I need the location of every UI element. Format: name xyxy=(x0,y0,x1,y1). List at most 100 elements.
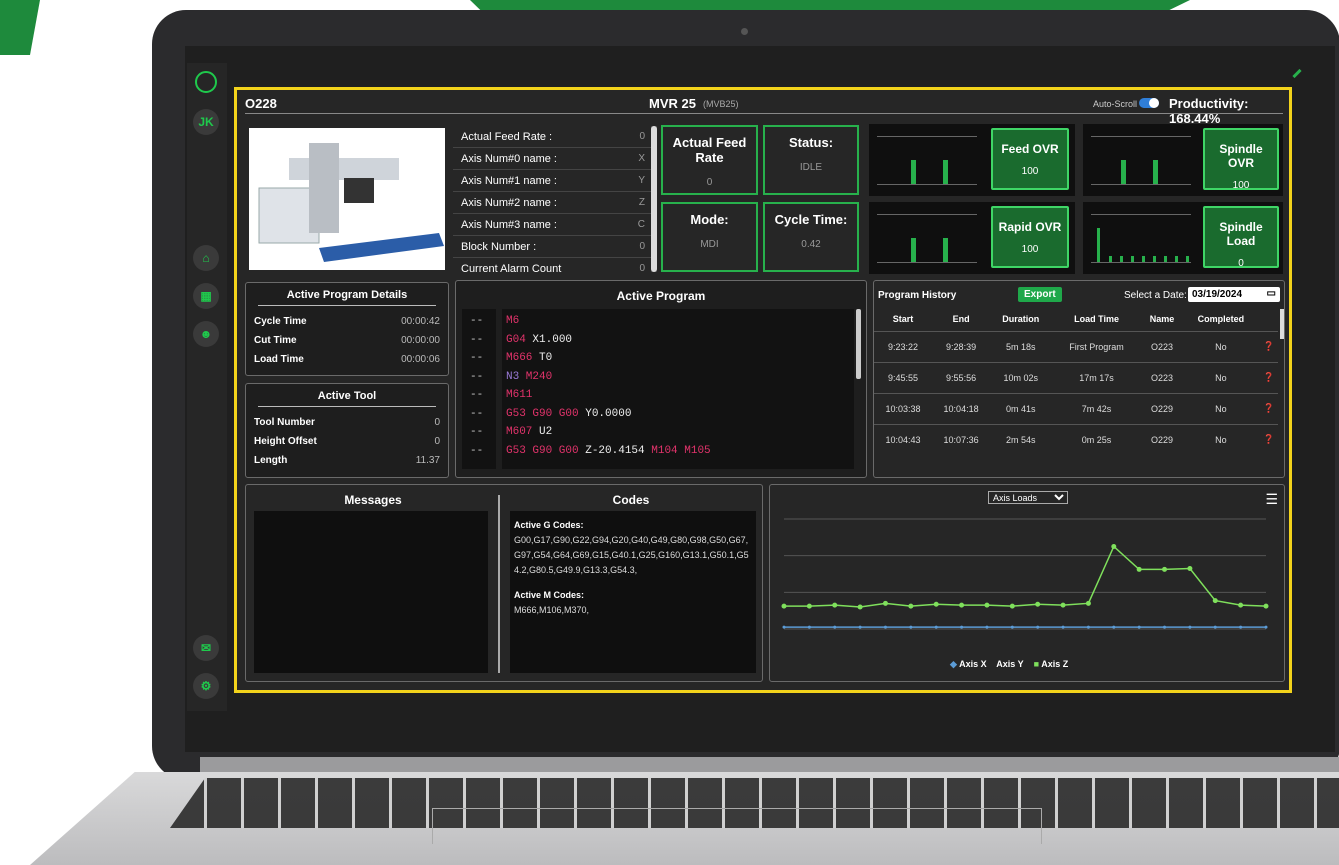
detail-row: Height Offset 0 xyxy=(254,436,440,455)
detail-value: 00:00:42 xyxy=(401,316,440,327)
date-picker[interactable]: 03/19/2024 ▭ xyxy=(1188,287,1280,302)
chat-icon[interactable]: ✉ xyxy=(193,635,219,661)
data-point[interactable] xyxy=(1238,602,1244,608)
data-point[interactable] xyxy=(833,625,837,629)
rapid-bar xyxy=(911,238,916,262)
parameter-label: Actual Feed Rate : xyxy=(461,130,553,143)
panel-title: Active Program Details xyxy=(286,289,408,301)
spindle-load-button[interactable]: Spindle Load 0 xyxy=(1203,206,1279,269)
history-scrollbar[interactable] xyxy=(1280,309,1284,339)
legend-y[interactable]: Axis Y xyxy=(996,659,1023,669)
data-point[interactable] xyxy=(1162,566,1168,572)
legend-x[interactable]: Axis X xyxy=(959,659,987,669)
history-column-header[interactable]: Load Time xyxy=(1051,307,1141,331)
help-icon[interactable]: ❓ xyxy=(1259,362,1278,393)
data-point[interactable] xyxy=(1239,625,1243,629)
history-column-header[interactable]: Start xyxy=(874,307,932,331)
history-column-header[interactable]: Name xyxy=(1142,307,1183,331)
data-point[interactable] xyxy=(832,602,838,608)
data-point[interactable] xyxy=(806,603,812,609)
data-point[interactable] xyxy=(782,625,786,629)
settings-icon[interactable]: ⚙ xyxy=(193,673,219,699)
chart-legend: ◆ Axis X Axis Y ■ Axis Z xyxy=(950,659,1068,670)
history-column-header[interactable]: Completed xyxy=(1182,307,1259,331)
data-point[interactable] xyxy=(1163,625,1167,629)
data-point[interactable] xyxy=(960,625,964,629)
data-point[interactable] xyxy=(807,625,811,629)
rapid-ovr-button[interactable]: Rapid OVR 100 xyxy=(991,206,1069,268)
chart-selector[interactable]: Axis Loads xyxy=(988,491,1068,504)
data-point[interactable] xyxy=(1086,625,1090,629)
table-row[interactable]: 9:23:22 9:28:39 5m 18s First Program O223 No ❓ xyxy=(874,331,1278,362)
dashboard-icon[interactable]: ▦ xyxy=(193,283,219,309)
data-point[interactable] xyxy=(781,603,787,609)
menu-icon[interactable]: ☰ xyxy=(1265,491,1278,508)
parameter-value: X xyxy=(638,153,645,164)
autoscroll-toggle[interactable] xyxy=(1139,98,1159,108)
data-point[interactable] xyxy=(1264,625,1268,629)
home-icon[interactable]: ⌂ xyxy=(193,245,219,271)
messages-area xyxy=(254,511,488,673)
table-row[interactable]: 10:04:43 10:07:36 2m 54s 0m 25s O229 No ❓ xyxy=(874,424,1278,455)
history-cell: 10:03:38 xyxy=(885,403,921,414)
codes-title: Codes xyxy=(612,493,650,507)
data-point[interactable] xyxy=(1060,602,1066,608)
data-point[interactable] xyxy=(1111,544,1117,549)
data-point[interactable] xyxy=(1035,601,1041,607)
help-icon[interactable]: ❓ xyxy=(1259,424,1278,455)
data-point[interactable] xyxy=(933,601,939,607)
table-row[interactable]: 9:45:55 9:55:56 10m 02s 17m 17s O223 No ❓ xyxy=(874,362,1278,393)
help-icon[interactable]: ❓ xyxy=(1259,331,1278,362)
help-icon[interactable]: ❓ xyxy=(1259,393,1278,424)
spindle-ovr-button[interactable]: Spindle OVR 100 xyxy=(1203,128,1279,191)
detail-label: Length xyxy=(254,455,288,466)
users-icon[interactable]: ☻ xyxy=(193,321,219,347)
data-point[interactable] xyxy=(1085,600,1091,606)
active-program-panel: Active Program -- M6 -- G04 X1.000 -- M666 T0… xyxy=(455,280,867,478)
data-point[interactable] xyxy=(934,625,938,629)
data-point[interactable] xyxy=(883,625,887,629)
scrollbar[interactable] xyxy=(651,126,657,272)
calendar-icon[interactable]: ▭ xyxy=(1267,288,1276,299)
data-point[interactable] xyxy=(984,602,990,608)
history-column-header[interactable]: Duration xyxy=(990,307,1051,331)
data-point[interactable] xyxy=(1187,566,1193,571)
data-point[interactable] xyxy=(882,600,888,606)
feed-ovr-panel: Feed OVR 100 xyxy=(869,124,1075,196)
data-point[interactable] xyxy=(1112,625,1116,629)
data-point[interactable] xyxy=(1136,566,1142,572)
detail-row: Length 11.37 xyxy=(254,455,440,474)
data-point[interactable] xyxy=(857,604,863,610)
card-value: 0.42 xyxy=(801,239,821,250)
detail-value: 11.37 xyxy=(415,455,440,466)
data-point[interactable] xyxy=(909,625,913,629)
data-point[interactable] xyxy=(1188,625,1192,629)
data-point[interactable] xyxy=(1137,625,1141,629)
legend-z[interactable]: Axis Z xyxy=(1041,659,1068,669)
data-point[interactable] xyxy=(1213,625,1217,629)
user-avatar[interactable]: JK xyxy=(193,109,219,135)
data-point[interactable] xyxy=(1010,625,1014,629)
parameter-row: Axis Num#1 name : Y xyxy=(453,170,651,192)
history-column-header[interactable]: End xyxy=(932,307,990,331)
data-point[interactable] xyxy=(1212,598,1218,604)
code-token: M611 xyxy=(506,389,533,401)
parameter-row: Block Number : 0 xyxy=(453,236,651,258)
data-point[interactable] xyxy=(858,625,862,629)
data-point[interactable] xyxy=(1009,603,1015,609)
data-point[interactable] xyxy=(1036,625,1040,629)
export-button[interactable]: Export xyxy=(1018,287,1062,302)
code-lines: -- M6 -- G04 X1.000 -- M666 T0 -- N3 M240 -- M611… xyxy=(470,315,850,463)
data-point[interactable] xyxy=(959,602,965,608)
data-point[interactable] xyxy=(985,625,989,629)
table-row[interactable]: 10:03:38 10:04:18 0m 41s 7m 42s O229 No ❓ xyxy=(874,393,1278,424)
parameter-list: Actual Feed Rate :0 Axis Num#0 name : X Axi… xyxy=(453,126,651,272)
data-point[interactable] xyxy=(908,603,914,609)
feed-ovr-button[interactable]: Feed OVR 100 xyxy=(991,128,1069,190)
code-scrollbar[interactable] xyxy=(856,309,861,379)
data-point[interactable] xyxy=(1061,625,1065,629)
code-token: Y0.0000 xyxy=(578,407,632,420)
data-point[interactable] xyxy=(1263,603,1269,609)
parameter-value: Y xyxy=(638,175,645,186)
logo-icon[interactable] xyxy=(195,71,217,93)
